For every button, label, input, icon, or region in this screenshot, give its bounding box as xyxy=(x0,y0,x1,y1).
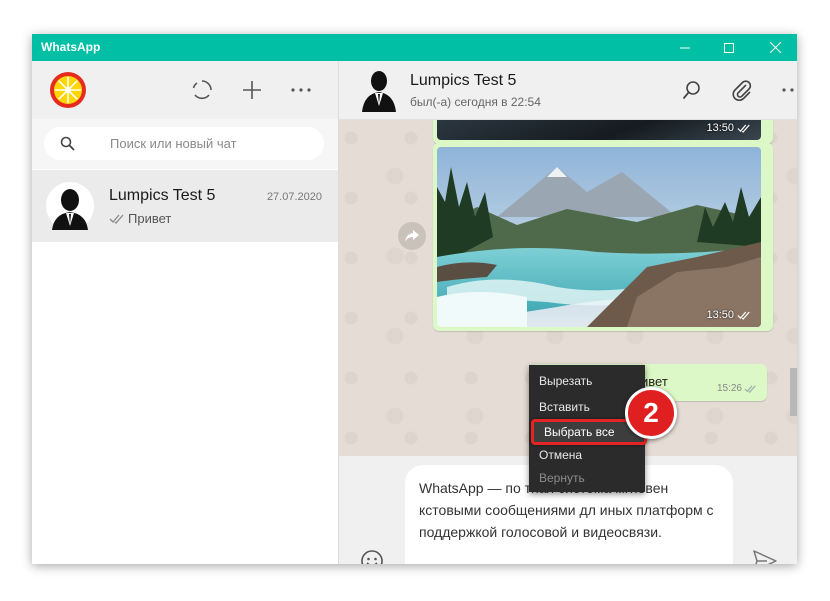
search-icon xyxy=(682,81,700,100)
menu-item-cut[interactable]: Вырезать xyxy=(529,369,645,393)
more-icon xyxy=(782,88,794,92)
minimize-button[interactable] xyxy=(663,34,707,61)
step-badge: 2 xyxy=(625,387,677,439)
chat-list-panel: Lumpics Test 5 27.07.2020 Привет xyxy=(32,61,339,564)
menu-item-redo[interactable]: Вернуть xyxy=(529,466,645,490)
message-image[interactable]: 13:50 xyxy=(437,120,761,140)
close-icon xyxy=(769,42,781,53)
double-check-icon xyxy=(109,214,124,224)
search-area xyxy=(32,119,338,169)
search-box[interactable] xyxy=(44,127,324,160)
more-icon xyxy=(291,88,311,92)
message-time: 13:50 xyxy=(706,309,751,321)
chat-date: 27.07.2020 xyxy=(266,191,322,203)
scrollbar-thumb[interactable] xyxy=(790,368,797,416)
contact-name: Lumpics Test 5 xyxy=(410,72,517,89)
double-check-icon xyxy=(737,124,750,133)
search-messages-button[interactable] xyxy=(679,77,705,103)
double-check-icon xyxy=(737,311,750,320)
whatsapp-window: WhatsApp Поиск или новый чат Lumpics Tes… xyxy=(32,34,797,564)
plus-icon xyxy=(243,81,261,99)
emoji-icon[interactable] xyxy=(360,549,384,564)
double-check-icon xyxy=(744,384,756,393)
conversation-menu-button[interactable] xyxy=(779,77,797,103)
new-chat-button[interactable] xyxy=(239,77,265,103)
contact-avatar xyxy=(46,182,94,230)
sidebar-menu-button[interactable] xyxy=(288,77,314,103)
paperclip-icon xyxy=(732,80,752,101)
title-bar: WhatsApp xyxy=(32,34,797,61)
forward-button[interactable] xyxy=(398,222,426,250)
sidebar-header xyxy=(32,61,338,119)
send-icon[interactable] xyxy=(753,550,777,564)
chat-preview: Привет xyxy=(109,211,171,226)
last-seen: был(-а) сегодня в 22:54 xyxy=(410,95,541,109)
search-input[interactable] xyxy=(108,135,312,152)
close-button[interactable] xyxy=(753,34,797,61)
conversation-header[interactable]: Lumpics Test 5 был(-а) сегодня в 22:54 xyxy=(339,61,797,120)
image-message[interactable]: 13:50 xyxy=(433,143,773,331)
context-menu: Вырезать Вставить Выбрать все Отмена Вер… xyxy=(529,365,647,492)
landscape-image xyxy=(437,147,761,327)
message-image[interactable]: 13:50 xyxy=(437,147,761,327)
window-title: WhatsApp xyxy=(41,40,101,54)
message-time: 15:26 xyxy=(717,383,757,394)
menu-item-undo[interactable]: Отмена xyxy=(529,443,645,467)
status-icon xyxy=(192,80,212,100)
contact-avatar xyxy=(362,71,396,112)
status-button[interactable] xyxy=(189,77,215,103)
maximize-button[interactable] xyxy=(707,34,751,61)
maximize-icon xyxy=(724,42,734,53)
chat-name: Lumpics Test 5 xyxy=(109,187,216,204)
profile-avatar[interactable] xyxy=(49,71,87,109)
message-time: 13:50 xyxy=(706,122,751,134)
minimize-icon xyxy=(680,47,690,48)
chat-list-item[interactable]: Lumpics Test 5 27.07.2020 Привет xyxy=(32,170,338,242)
chat-preview-text: Привет xyxy=(128,211,172,226)
search-icon xyxy=(60,136,75,151)
forward-icon xyxy=(405,230,419,242)
attach-button[interactable] xyxy=(729,77,755,103)
image-message[interactable]: 13:50 xyxy=(433,120,773,144)
